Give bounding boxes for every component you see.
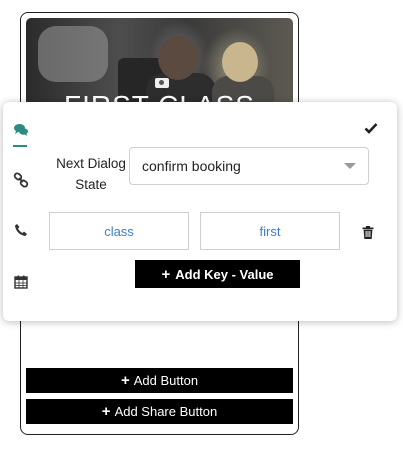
add-share-button-label: Add Share Button: [114, 404, 218, 419]
airplane-window: [38, 26, 108, 82]
plus-icon: +: [101, 403, 111, 420]
next-dialog-state-label-line2: State: [75, 177, 107, 192]
chat-icon[interactable]: [13, 122, 29, 138]
calendar-icon[interactable]: [13, 274, 29, 290]
chevron-down-icon: [344, 163, 356, 169]
key-field[interactable]: class: [49, 212, 189, 250]
passenger-head: [158, 36, 198, 80]
trash-icon[interactable]: [362, 226, 374, 239]
plus-icon: +: [120, 372, 130, 389]
add-key-value-label: Add Key - Value: [175, 266, 274, 282]
add-button-button[interactable]: + Add Button: [26, 368, 293, 393]
add-key-value-button[interactable]: + Add Key - Value: [135, 260, 300, 288]
phone-icon[interactable]: [13, 222, 29, 238]
checkmark-icon[interactable]: [364, 121, 378, 135]
value-field[interactable]: first: [200, 212, 340, 250]
camera-icon[interactable]: [155, 78, 169, 88]
passenger-head-2: [222, 42, 258, 82]
add-share-button-button[interactable]: + Add Share Button: [26, 399, 293, 424]
link-icon[interactable]: [13, 172, 29, 188]
editor-panel: Next Dialog State confirm booking class …: [3, 102, 397, 321]
next-dialog-state-select[interactable]: confirm booking: [129, 147, 369, 185]
next-dialog-state-label-line1: Next Dialog: [56, 156, 126, 171]
plus-icon: +: [161, 265, 171, 283]
add-button-label: Add Button: [133, 373, 199, 388]
next-dialog-state-value: confirm booking: [142, 158, 241, 174]
next-dialog-state-label: Next Dialog State: [51, 153, 131, 195]
active-tab-indicator: [13, 145, 27, 147]
